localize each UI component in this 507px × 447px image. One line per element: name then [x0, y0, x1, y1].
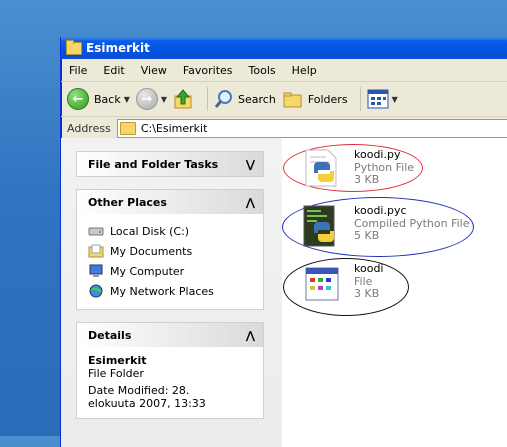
back-arrow-icon: ←: [67, 88, 89, 110]
file-size: 3 KB: [354, 287, 380, 300]
task-pane: File and Folder Tasks ⋁ Other Places ⋀ L…: [61, 138, 282, 447]
file-item[interactable]: koodi File 3 KB: [300, 262, 383, 308]
place-my-documents[interactable]: My Documents: [88, 241, 253, 261]
place-my-network[interactable]: My Network Places: [88, 281, 253, 301]
file-item[interactable]: koodi.py Python File 3 KB: [300, 148, 414, 194]
other-places-box: Other Places ⋀ Local Disk (C:) My Docume…: [76, 189, 264, 310]
address-bar: Address C:\Esimerkit: [61, 117, 507, 140]
other-places-header[interactable]: Other Places ⋀: [77, 190, 263, 214]
details-header[interactable]: Details ⋀: [77, 323, 263, 347]
back-label: Back: [94, 92, 121, 106]
file-folder-tasks-box: File and Folder Tasks ⋁: [76, 151, 264, 177]
compiled-python-file-icon: [300, 204, 346, 250]
explorer-window: Esimerkit File Edit View Favorites Tools…: [60, 37, 507, 447]
file-name: koodi: [354, 262, 384, 275]
collapse-chevron-icon[interactable]: ⋀: [246, 329, 255, 342]
tasks-header[interactable]: File and Folder Tasks ⋁: [77, 152, 263, 176]
file-name: koodi.pyc: [354, 204, 407, 217]
up-folder-button[interactable]: [173, 88, 195, 110]
address-value: C:\Esimerkit: [140, 121, 208, 135]
place-local-disk[interactable]: Local Disk (C:): [88, 221, 253, 241]
place-label: My Network Places: [110, 284, 214, 298]
place-label: Local Disk (C:): [110, 224, 190, 238]
views-icon: [367, 89, 389, 109]
content-area: File and Folder Tasks ⋁ Other Places ⋀ L…: [61, 138, 507, 447]
folders-icon: [283, 92, 302, 108]
back-button[interactable]: ← Back ▼: [67, 88, 130, 110]
details-type: File Folder: [88, 367, 144, 380]
file-size: 3 KB: [354, 173, 380, 186]
menu-edit[interactable]: Edit: [95, 64, 132, 77]
menu-bar: File Edit View Favorites Tools Help: [61, 59, 507, 82]
menu-tools[interactable]: Tools: [241, 64, 284, 77]
network-places-icon: [89, 284, 103, 298]
chevron-down-icon[interactable]: ▼: [392, 95, 398, 104]
local-disk-icon: [88, 227, 104, 236]
folders-button[interactable]: Folders: [282, 90, 348, 108]
details-body: Esimerkit File Folder Date Modified: 28.…: [77, 347, 263, 418]
file-name: koodi.py: [354, 148, 401, 161]
forward-button[interactable]: → ▼: [135, 88, 167, 110]
folders-label: Folders: [307, 92, 348, 106]
collapse-chevron-icon[interactable]: ⋀: [246, 196, 255, 209]
place-label: My Computer: [110, 264, 185, 278]
tasks-title: File and Folder Tasks: [88, 157, 219, 171]
toolbar-separator: [207, 87, 209, 111]
my-computer-icon: [89, 264, 103, 277]
forward-arrow-icon: →: [135, 88, 158, 110]
expand-chevron-icon[interactable]: ⋁: [246, 158, 255, 171]
file-size: 5 KB: [354, 229, 380, 242]
place-my-computer[interactable]: My Computer: [88, 261, 253, 281]
folder-icon: [119, 121, 136, 135]
details-modified: Date Modified: 28. elokuuta 2007, 13:33: [88, 384, 206, 410]
details-title: Details: [88, 328, 132, 342]
place-label: My Documents: [110, 244, 193, 258]
details-box: Details ⋀ Esimerkit File Folder Date Mod…: [76, 322, 264, 419]
address-input[interactable]: C:\Esimerkit: [116, 118, 507, 138]
menu-view[interactable]: View: [133, 64, 175, 77]
search-icon: [214, 90, 233, 108]
file-list: koodi.py Python File 3 KB koodi.pyc Comp…: [282, 138, 507, 447]
chevron-down-icon[interactable]: ▼: [124, 95, 130, 104]
chevron-down-icon[interactable]: ▼: [161, 95, 167, 104]
menu-favorites[interactable]: Favorites: [175, 64, 241, 77]
python-file-icon: [300, 148, 346, 194]
toolbar-separator: [359, 87, 361, 111]
views-button[interactable]: ▼: [367, 89, 398, 109]
address-label: Address: [67, 121, 111, 135]
menu-file[interactable]: File: [61, 64, 95, 77]
my-documents-icon: [88, 244, 104, 258]
generic-file-icon: [300, 262, 346, 308]
window-title: Esimerkit: [86, 41, 150, 55]
search-button[interactable]: Search: [214, 89, 276, 109]
file-item[interactable]: koodi.pyc Compiled Python File 5 KB: [300, 204, 470, 250]
search-label: Search: [238, 92, 276, 106]
other-places-list: Local Disk (C:) My Documents My Computer…: [77, 214, 263, 309]
folder-icon: [66, 39, 82, 55]
toolbar: ← Back ▼ → ▼ Search Folders ▼: [61, 82, 507, 117]
title-bar[interactable]: Esimerkit: [61, 37, 507, 59]
menu-help[interactable]: Help: [284, 64, 325, 77]
other-places-title: Other Places: [88, 195, 167, 209]
details-name: Esimerkit: [88, 354, 147, 367]
up-folder-icon: [174, 89, 192, 109]
